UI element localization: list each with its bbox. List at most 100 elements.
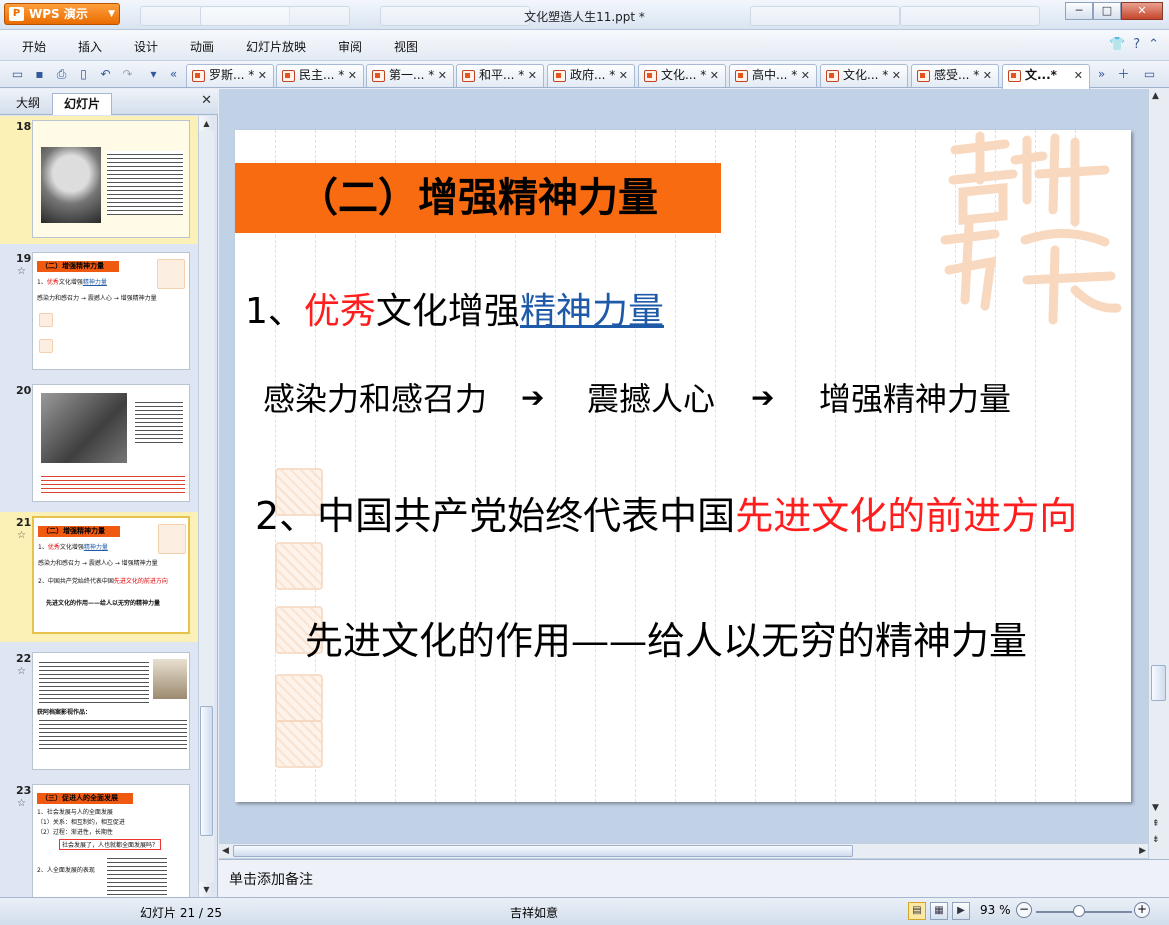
- tab-slides[interactable]: 幻灯片: [52, 93, 112, 115]
- slide-thumbnail-row[interactable]: 18: [0, 116, 198, 244]
- slideshow-button[interactable]: ▶: [952, 902, 970, 920]
- scroll-left-icon[interactable]: ◀: [222, 844, 229, 858]
- doc-tab[interactable]: 感受... * ✕: [911, 64, 999, 87]
- chevron-left-icon[interactable]: «: [166, 67, 181, 81]
- save-icon[interactable]: ▪: [32, 67, 47, 81]
- doc-tab[interactable]: 文化... * ✕: [820, 64, 908, 87]
- slide-point-2[interactable]: 2、中国共产党始终代表中国先进文化的前进方向: [255, 485, 1077, 540]
- slide-thumbnail[interactable]: [32, 384, 190, 502]
- slide-thumbnail[interactable]: 获阿档案影视作品：: [32, 652, 190, 770]
- maximize-button[interactable]: □: [1093, 2, 1121, 20]
- close-tab-icon[interactable]: ✕: [710, 65, 719, 86]
- zoom-in-button[interactable]: +: [1134, 902, 1150, 918]
- close-tab-icon[interactable]: ✕: [801, 65, 810, 86]
- arrow-right-icon: ➔: [521, 381, 545, 414]
- doc-tab[interactable]: 民主... * ✕: [276, 64, 364, 87]
- close-tab-icon[interactable]: ✕: [528, 65, 537, 86]
- ribbon-collapse-icon[interactable]: ⌃: [1148, 37, 1159, 52]
- scroll-down-icon[interactable]: ▼: [1152, 803, 1159, 813]
- print-preview-icon[interactable]: ▯: [76, 67, 91, 81]
- menu-slideshow[interactable]: 幻灯片放映: [246, 38, 306, 55]
- scroll-thumb[interactable]: [1151, 665, 1166, 701]
- flow-step-1[interactable]: 感染力和感召力: [263, 374, 487, 420]
- print-icon[interactable]: ⎙: [54, 67, 69, 81]
- menu-insert[interactable]: 插入: [78, 38, 102, 55]
- slide-thumbnail-row[interactable]: 19 ☆ （二）增强精神力量 1、优秀文化增强精神力量 感染力和感召力 → 震撼…: [0, 248, 198, 374]
- doc-tab[interactable]: 高中... * ✕: [729, 64, 817, 87]
- new-tab-icon[interactable]: ＋: [1116, 67, 1131, 81]
- tab-outline[interactable]: 大纲: [6, 93, 50, 115]
- doc-tab[interactable]: 政府... * ✕: [547, 64, 635, 87]
- help-icon[interactable]: ?: [1133, 37, 1140, 52]
- scroll-thumb[interactable]: [200, 706, 213, 836]
- scroll-thumb[interactable]: [233, 845, 853, 857]
- slide-thumbnail[interactable]: （二）增强精神力量 1、优秀文化增强精神力量 感染力和感召力 → 震撼人心 → …: [32, 252, 190, 370]
- doc-tab[interactable]: 和平... * ✕: [456, 64, 544, 87]
- thumb-title: （二）增强精神力量: [37, 261, 119, 272]
- slide-thumbnail[interactable]: （三）促进人的全面发展 1、社会发展与人的全面发展 （1）关系：相互制约，相互促…: [32, 784, 190, 897]
- slide-thumbnail-row-selected[interactable]: 21 ☆ （二）增强精神力量 1、优秀文化增强精神力量 感染力和感召力 → 震撼…: [0, 512, 198, 642]
- close-tab-icon[interactable]: ✕: [258, 65, 267, 86]
- zoom-slider-thumb[interactable]: [1073, 905, 1086, 917]
- zoom-level: 93 %: [980, 903, 1011, 917]
- menu-review[interactable]: 审阅: [338, 38, 362, 55]
- minimize-button[interactable]: ─: [1065, 2, 1093, 20]
- seal-decoration: [275, 674, 323, 722]
- menu-home[interactable]: 开始: [22, 38, 46, 55]
- slide-thumbnail[interactable]: [32, 120, 190, 238]
- skin-icon[interactable]: 👕: [1109, 37, 1125, 52]
- normal-view-button[interactable]: ▤: [908, 902, 926, 920]
- slide-thumbnail-row[interactable]: 22 ☆ 获阿档案影视作品：: [0, 648, 198, 774]
- window-controls: ─ □ ✕: [1065, 2, 1163, 20]
- notes-placeholder[interactable]: 单击添加备注: [219, 859, 1169, 897]
- vertical-scrollbar[interactable]: ▲ ▼ ⇞ ⇟: [1148, 89, 1169, 859]
- chevron-right-icon[interactable]: »: [1094, 67, 1109, 81]
- scroll-right-icon[interactable]: ▶: [1139, 844, 1146, 858]
- close-tab-icon[interactable]: ✕: [619, 65, 628, 86]
- menu-view[interactable]: 视图: [394, 38, 418, 55]
- undo-icon[interactable]: ↶: [98, 67, 113, 81]
- slide-sorter-view-button[interactable]: ▦: [930, 902, 948, 920]
- zoom-out-button[interactable]: −: [1016, 902, 1032, 918]
- flow-step-3[interactable]: 增强精神力量: [819, 374, 1011, 420]
- close-icon[interactable]: ✕: [201, 93, 212, 108]
- slide-thumbnail-row[interactable]: 23 ☆ （三）促进人的全面发展 1、社会发展与人的全面发展 （1）关系：相互制…: [0, 780, 198, 897]
- doc-tab-active[interactable]: 文...* ✕: [1002, 64, 1090, 89]
- close-tab-icon[interactable]: ✕: [1074, 65, 1083, 86]
- next-slide-icon[interactable]: ⇟: [1152, 835, 1160, 845]
- slide-thumbnail-row[interactable]: 20: [0, 380, 198, 506]
- close-tab-icon[interactable]: ✕: [438, 65, 447, 86]
- scroll-up-icon[interactable]: ▲: [199, 116, 214, 131]
- previous-slide-icon[interactable]: ⇞: [1152, 819, 1160, 829]
- slide-title[interactable]: （二）增强精神力量: [235, 163, 721, 233]
- scroll-down-icon[interactable]: ▼: [199, 882, 214, 897]
- slide-point-1[interactable]: 1、优秀文化增强精神力量: [245, 282, 664, 334]
- background-line: [835, 130, 836, 802]
- close-button[interactable]: ✕: [1121, 2, 1163, 20]
- menu-bar: 开始 插入 设计 动画 幻灯片放映 审阅 视图 👕 ? ⌃: [0, 30, 1169, 60]
- chevron-down-icon[interactable]: ▾: [146, 67, 161, 81]
- scroll-up-icon[interactable]: ▲: [1152, 91, 1159, 101]
- doc-tab[interactable]: 罗斯... * ✕: [186, 64, 274, 87]
- panel-scrollbar[interactable]: ▲ ▼: [198, 116, 214, 897]
- doc-tab[interactable]: 第一... * ✕: [366, 64, 454, 87]
- slide-summary[interactable]: 先进文化的作用——给人以无穷的精神力量: [305, 610, 1027, 665]
- thumb-line: 2、人全面发展的表现: [37, 867, 95, 874]
- hyperlink[interactable]: 精神力量: [520, 291, 664, 332]
- horizontal-scrollbar[interactable]: ◀ ▶: [219, 843, 1149, 858]
- tab-list-icon[interactable]: ▭: [1142, 67, 1157, 81]
- redo-icon[interactable]: ↷: [120, 67, 135, 81]
- close-tab-icon[interactable]: ✕: [348, 65, 357, 86]
- presentation-file-icon: [917, 70, 930, 82]
- slide-thumbnail[interactable]: （二）增强精神力量 1、优秀文化增强精神力量 感染力和感召力 → 震撼人心 → …: [32, 516, 190, 634]
- close-tab-icon[interactable]: ✕: [983, 65, 992, 86]
- animation-star-icon: ☆: [17, 798, 26, 809]
- thumb-line: 社会发展了，人也就都全面发展吗？: [59, 839, 162, 850]
- slide-canvas[interactable]: （二）增强精神力量 1、优秀文化增强精神力量 感染力和感召力 ➔ 震撼人心 ➔ …: [235, 130, 1131, 802]
- flow-step-2[interactable]: 震撼人心: [587, 374, 715, 420]
- doc-tab[interactable]: 文化... * ✕: [638, 64, 726, 87]
- close-tab-icon[interactable]: ✕: [892, 65, 901, 86]
- menu-design[interactable]: 设计: [134, 38, 158, 55]
- open-icon[interactable]: ▭: [10, 67, 25, 81]
- menu-animation[interactable]: 动画: [190, 38, 214, 55]
